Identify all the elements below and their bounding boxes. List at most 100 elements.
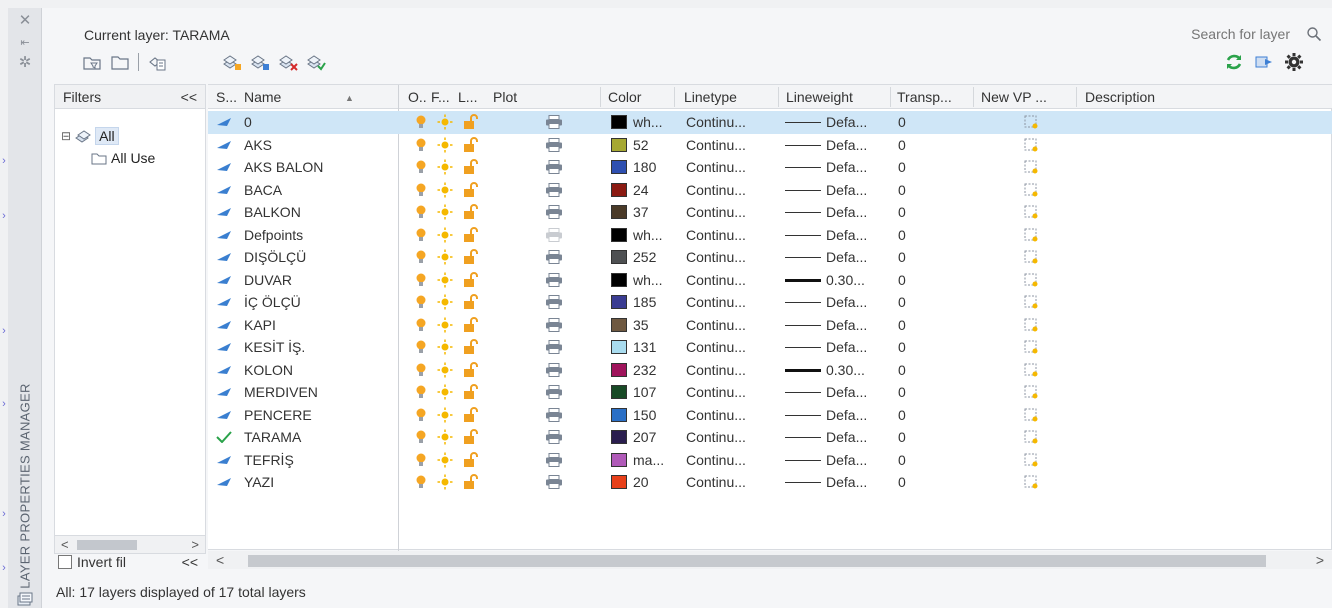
col-name[interactable]: Name (244, 89, 281, 105)
color-swatch[interactable] (611, 115, 627, 129)
layer-row[interactable]: TEFRİŞ ma... Continu... Defa... 0 (208, 449, 1332, 472)
unlock-icon[interactable] (462, 384, 478, 400)
color-value[interactable]: wh... (633, 227, 663, 243)
linetype-value[interactable]: Continu... (686, 452, 746, 468)
linetype-value[interactable]: Continu... (686, 114, 746, 130)
layer-name[interactable]: BACA (244, 182, 282, 198)
lineweight-value[interactable]: Defa... (826, 204, 867, 220)
printer-icon[interactable] (545, 295, 563, 309)
transparency-value[interactable]: 0 (898, 474, 906, 490)
tree-label[interactable]: All Use (111, 150, 155, 166)
new-vp-freeze-icon[interactable] (1023, 249, 1039, 265)
col-lineweight[interactable]: Lineweight (786, 89, 853, 105)
bulb-on-icon[interactable] (414, 249, 428, 265)
layer-row[interactable]: AKS BALON 180 Continu... Defa... 0 (208, 156, 1332, 179)
sun-thawed-icon[interactable] (437, 137, 453, 153)
layer-name[interactable]: Defpoints (244, 227, 303, 243)
color-value[interactable]: 107 (633, 384, 656, 400)
bulb-on-icon[interactable] (414, 317, 428, 333)
col-plot[interactable]: Plot (493, 89, 517, 105)
new-vp-freeze-icon[interactable] (1023, 272, 1039, 288)
unlock-icon[interactable] (462, 136, 478, 153)
unlock-icon[interactable] (462, 249, 478, 265)
printer-icon[interactable] (545, 227, 563, 242)
linetype-value[interactable]: Continu... (686, 272, 746, 288)
layer-name[interactable]: KOLON (244, 362, 293, 378)
bulb-on-icon[interactable] (414, 429, 428, 445)
lineweight-value[interactable]: Defa... (826, 317, 867, 333)
layer-row[interactable]: DUVAR wh... Continu... 0.30... 0 (208, 269, 1332, 292)
unlock-icon[interactable] (462, 271, 478, 288)
layer-name[interactable]: TARAMA (244, 429, 301, 445)
search-input[interactable] (1140, 26, 1290, 42)
transparency-value[interactable]: 0 (898, 137, 906, 153)
printer-icon[interactable] (545, 182, 563, 197)
layer-name[interactable]: PENCERE (244, 407, 312, 423)
sun-thawed-icon[interactable] (437, 272, 453, 288)
bulb-on-icon[interactable] (414, 452, 428, 468)
color-value[interactable]: wh... (633, 114, 663, 130)
lineweight-value[interactable]: 0.30... (826, 272, 865, 288)
layer-row[interactable]: YAZI 20 Continu... Defa... 0 (208, 471, 1332, 494)
sun-thawed-icon[interactable] (437, 429, 453, 445)
transparency-value[interactable]: 0 (898, 384, 906, 400)
bulb-on-icon[interactable] (414, 474, 428, 490)
transparency-value[interactable]: 0 (898, 452, 906, 468)
linetype-value[interactable]: Continu... (686, 159, 746, 175)
bulb-on-icon[interactable] (414, 339, 428, 355)
transparency-value[interactable]: 0 (898, 272, 906, 288)
color-swatch[interactable] (611, 475, 627, 489)
layer-row[interactable]: KESİT İŞ. 131 Continu... Defa... 0 (208, 336, 1332, 359)
linetype-value[interactable]: Continu... (686, 249, 746, 265)
layer-row[interactable]: DIŞÖLÇÜ 252 Continu... Defa... 0 (208, 246, 1332, 269)
col-status[interactable]: S... (216, 89, 237, 105)
unlock-icon[interactable] (462, 316, 478, 333)
sun-thawed-icon[interactable] (437, 339, 453, 355)
new-vp-freeze-icon[interactable] (1023, 159, 1039, 175)
invert-filter-checkbox[interactable] (58, 555, 72, 569)
color-swatch[interactable] (611, 340, 627, 354)
linetype-value[interactable]: Continu... (686, 227, 746, 243)
col-linetype[interactable]: Linetype (684, 89, 737, 105)
color-value[interactable]: 35 (633, 317, 649, 333)
color-swatch[interactable] (611, 160, 627, 174)
printer-icon[interactable] (545, 362, 563, 377)
col-freeze[interactable]: F... (431, 89, 450, 105)
linetype-value[interactable]: Continu... (686, 137, 746, 153)
printer-icon[interactable] (545, 430, 563, 444)
new-vp-freeze-icon[interactable] (1023, 114, 1039, 130)
col-color[interactable]: Color (608, 89, 641, 105)
layer-row[interactable]: PENCERE 150 Continu... Defa... 0 (208, 404, 1332, 427)
bulb-on-icon[interactable] (414, 294, 428, 310)
printer-icon[interactable] (545, 160, 563, 174)
color-swatch[interactable] (611, 385, 627, 399)
new-vp-freeze-icon[interactable] (1023, 317, 1039, 333)
sun-thawed-icon[interactable] (437, 384, 453, 400)
layer-row[interactable]: Defpoints wh... Continu... Defa... 0 (208, 224, 1332, 247)
unlock-icon[interactable] (462, 181, 478, 198)
transparency-value[interactable]: 0 (898, 227, 906, 243)
linetype-value[interactable]: Continu... (686, 362, 746, 378)
tree-expander-icon[interactable]: ⊟ (61, 129, 71, 143)
new-vp-freeze-icon[interactable] (1023, 227, 1039, 243)
col-on[interactable]: O.. (408, 89, 427, 105)
color-value[interactable]: 20 (633, 474, 649, 490)
new-vp-freeze-icon[interactable] (1023, 429, 1039, 445)
lineweight-value[interactable]: Defa... (826, 452, 867, 468)
layer-name[interactable]: İÇ ÖLÇÜ (244, 294, 301, 310)
layer-name[interactable]: DIŞÖLÇÜ (244, 249, 306, 265)
sun-thawed-icon[interactable] (437, 182, 453, 198)
unlock-icon[interactable] (462, 159, 478, 175)
layer-name[interactable]: KAPI (244, 317, 276, 333)
bulb-on-icon[interactable] (414, 137, 428, 153)
invert-collapse-button[interactable]: << (182, 554, 198, 570)
sun-thawed-icon[interactable] (437, 204, 453, 220)
delete-layer-icon[interactable] (278, 52, 298, 72)
printer-icon[interactable] (545, 205, 563, 219)
lineweight-value[interactable]: Defa... (826, 339, 867, 355)
filters-collapse-button[interactable]: << (181, 89, 197, 105)
unlock-icon[interactable] (462, 114, 478, 130)
printer-icon[interactable] (545, 250, 563, 264)
printer-icon[interactable] (545, 475, 563, 489)
layer-row[interactable]: TARAMA 207 Continu... Defa... 0 (208, 426, 1332, 449)
